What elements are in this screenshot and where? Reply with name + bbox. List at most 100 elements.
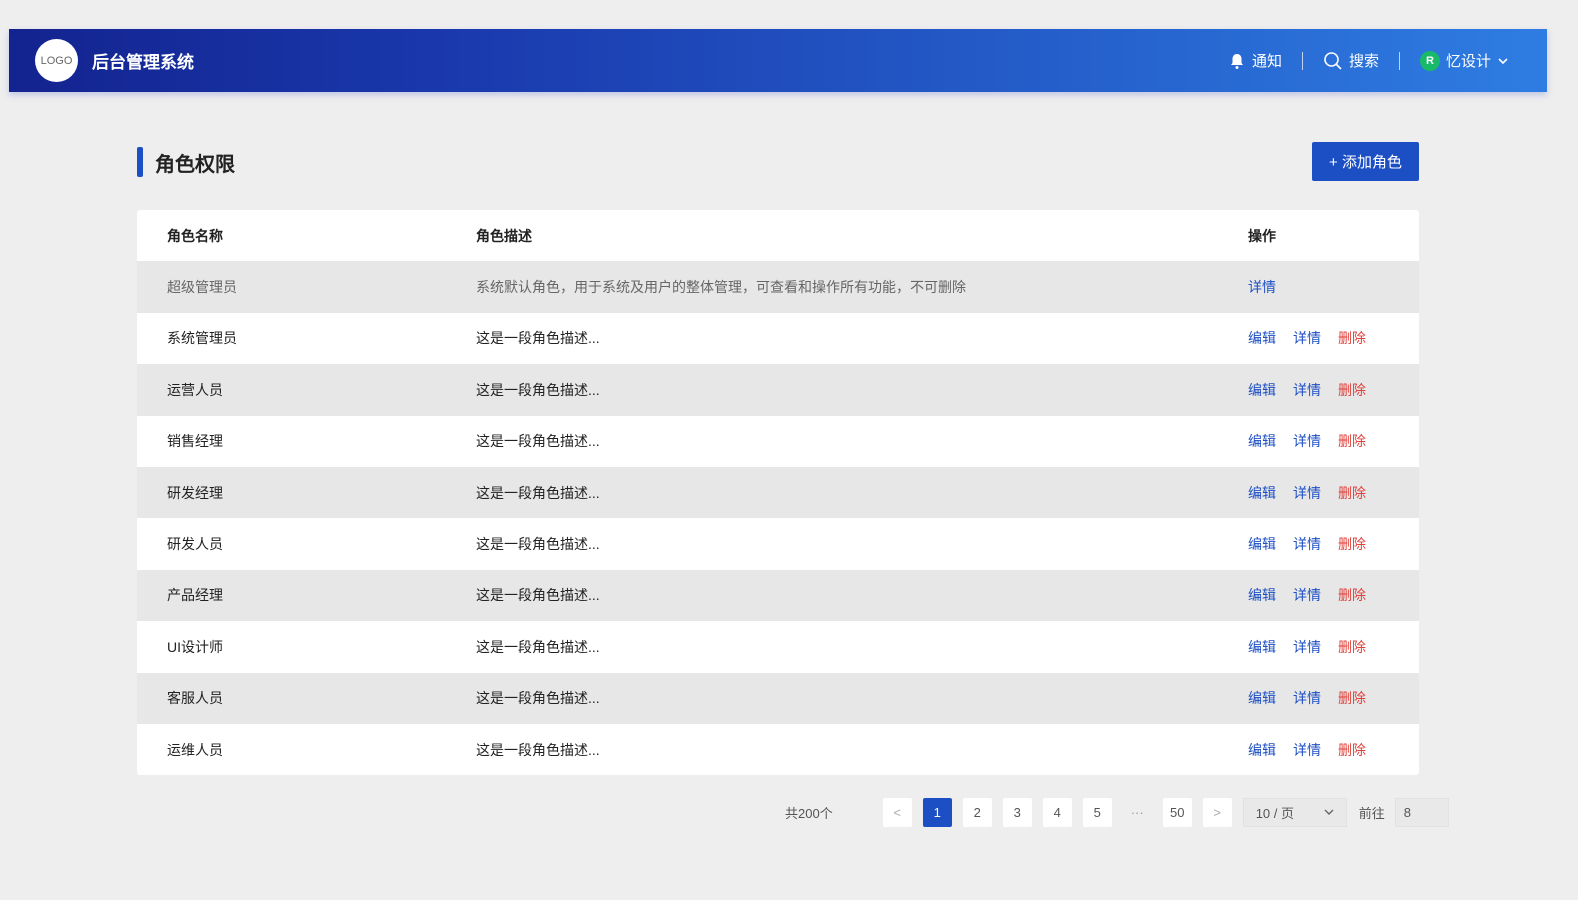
top-header: LOGO 后台管理系统 通知 搜索 R 忆设计 bbox=[9, 29, 1547, 92]
title-accent-bar bbox=[137, 147, 143, 177]
table-row: 系统管理员 这是一段角色描述... 编辑 详情 删除 bbox=[137, 313, 1419, 364]
detail-link[interactable]: 详情 bbox=[1293, 328, 1321, 348]
delete-link[interactable]: 删除 bbox=[1338, 380, 1366, 400]
edit-link[interactable]: 编辑 bbox=[1248, 534, 1276, 554]
delete-link[interactable]: 删除 bbox=[1338, 585, 1366, 605]
total-count: 共200个 bbox=[785, 805, 833, 821]
detail-link[interactable]: 详情 bbox=[1293, 688, 1321, 708]
column-header-actions: 操作 bbox=[1248, 227, 1276, 244]
page-50[interactable]: 50 bbox=[1162, 797, 1192, 827]
edit-link[interactable]: 编辑 bbox=[1248, 740, 1276, 760]
table-row: 客服人员 这是一段角色描述... 编辑 详情 删除 bbox=[137, 672, 1419, 724]
role-description: 这是一段角色描述... bbox=[476, 330, 600, 347]
page-size-select[interactable]: 10 / 页 bbox=[1242, 797, 1347, 827]
detail-link[interactable]: 详情 bbox=[1293, 534, 1321, 554]
role-name: 研发人员 bbox=[167, 536, 223, 553]
divider bbox=[1301, 51, 1303, 70]
role-name: 运营人员 bbox=[167, 381, 223, 398]
page-5[interactable]: 5 bbox=[1082, 797, 1112, 827]
row-actions: 编辑 详情 删除 bbox=[1248, 740, 1366, 760]
goto-label: 前往 bbox=[1358, 805, 1385, 821]
edit-link[interactable]: 编辑 bbox=[1248, 585, 1276, 605]
user-menu[interactable]: R 忆设计 bbox=[1419, 50, 1509, 71]
table-row: 超级管理员 系统默认角色，用于系统及用户的整体管理，可查看和操作所有功能，不可删除… bbox=[137, 261, 1419, 313]
detail-link[interactable]: 详情 bbox=[1293, 740, 1321, 760]
page-title: 角色权限 bbox=[137, 147, 235, 177]
page-1[interactable]: 1 bbox=[922, 797, 952, 827]
page-4[interactable]: 4 bbox=[1042, 797, 1072, 827]
detail-link[interactable]: 详情 bbox=[1293, 585, 1321, 605]
edit-link[interactable]: 编辑 bbox=[1248, 328, 1276, 348]
edit-link[interactable]: 编辑 bbox=[1248, 380, 1276, 400]
detail-link[interactable]: 详情 bbox=[1248, 277, 1276, 297]
role-description: 这是一段角色描述... bbox=[476, 638, 600, 655]
detail-link[interactable]: 详情 bbox=[1293, 380, 1321, 400]
avatar: R bbox=[1419, 50, 1440, 71]
role-description: 这是一段角色描述... bbox=[476, 536, 600, 553]
edit-link[interactable]: 编辑 bbox=[1248, 431, 1276, 451]
chevron-down-icon bbox=[1498, 57, 1508, 64]
search-button[interactable]: 搜索 bbox=[1323, 50, 1379, 71]
role-name: 系统管理员 bbox=[167, 330, 237, 347]
page-3[interactable]: 3 bbox=[1002, 797, 1032, 827]
table-row: 产品经理 这是一段角色描述... 编辑 详情 删除 bbox=[137, 569, 1419, 622]
prev-page-button[interactable]: < bbox=[882, 797, 912, 827]
table-row: 研发人员 这是一段角色描述... 编辑 详情 删除 bbox=[137, 518, 1419, 569]
row-actions: 编辑 详情 删除 bbox=[1248, 328, 1366, 348]
table-header: 角色名称 角色描述 操作 bbox=[137, 210, 1419, 261]
search-icon bbox=[1324, 51, 1342, 70]
role-name: 研发经理 bbox=[167, 484, 223, 501]
role-description: 这是一段角色描述... bbox=[476, 587, 600, 604]
edit-link[interactable]: 编辑 bbox=[1248, 637, 1276, 657]
more-pages[interactable]: ··· bbox=[1123, 798, 1152, 827]
role-description: 这是一段角色描述... bbox=[476, 484, 600, 501]
notify-label: 通知 bbox=[1251, 53, 1282, 70]
bell-icon bbox=[1230, 53, 1243, 69]
delete-link[interactable]: 删除 bbox=[1338, 688, 1366, 708]
row-actions: 编辑 详情 删除 bbox=[1248, 431, 1366, 451]
delete-link[interactable]: 删除 bbox=[1338, 637, 1366, 657]
delete-link[interactable]: 删除 bbox=[1338, 740, 1366, 760]
delete-link[interactable]: 删除 bbox=[1338, 328, 1366, 348]
role-name: 客服人员 bbox=[167, 690, 223, 707]
add-role-button[interactable]: + 添加角色 bbox=[1312, 142, 1419, 181]
table-row: 运维人员 这是一段角色描述... 编辑 详情 删除 bbox=[137, 724, 1419, 775]
roles-table: 角色名称 角色描述 操作 超级管理员 系统默认角色，用于系统及用户的整体管理，可查… bbox=[137, 210, 1419, 776]
pagination: 共200个 < 1 2 3 4 5 ··· 50 > 10 / 页 前往 8 bbox=[785, 797, 1449, 827]
delete-link[interactable]: 删除 bbox=[1338, 483, 1366, 503]
row-actions: 编辑 详情 删除 bbox=[1248, 637, 1366, 657]
row-actions: 编辑 详情 删除 bbox=[1248, 380, 1366, 400]
role-description: 这是一段角色描述... bbox=[476, 381, 600, 398]
role-name: UI设计师 bbox=[167, 638, 223, 655]
delete-link[interactable]: 删除 bbox=[1338, 431, 1366, 451]
next-page-button[interactable]: > bbox=[1202, 797, 1232, 827]
search-label: 搜索 bbox=[1348, 53, 1379, 70]
row-actions: 详情 bbox=[1248, 277, 1276, 297]
page-size-value: 10 / 页 bbox=[1255, 805, 1294, 821]
edit-link[interactable]: 编辑 bbox=[1248, 483, 1276, 503]
user-name: 忆设计 bbox=[1445, 53, 1491, 70]
row-actions: 编辑 详情 删除 bbox=[1248, 534, 1366, 554]
detail-link[interactable]: 详情 bbox=[1293, 431, 1321, 451]
role-description: 这是一段角色描述... bbox=[476, 433, 600, 450]
role-name: 运维人员 bbox=[167, 741, 223, 758]
table-row: UI设计师 这是一段角色描述... 编辑 详情 删除 bbox=[137, 621, 1419, 672]
page-2[interactable]: 2 bbox=[962, 797, 992, 827]
row-actions: 编辑 详情 删除 bbox=[1248, 585, 1366, 605]
table-row: 运营人员 这是一段角色描述... 编辑 详情 删除 bbox=[137, 364, 1419, 416]
role-name: 产品经理 bbox=[167, 587, 223, 604]
role-description: 系统默认角色，用于系统及用户的整体管理，可查看和操作所有功能，不可删除 bbox=[476, 279, 966, 296]
row-actions: 编辑 详情 删除 bbox=[1248, 483, 1366, 503]
app-title: 后台管理系统 bbox=[92, 53, 194, 72]
goto-page-input[interactable]: 8 bbox=[1394, 797, 1449, 827]
edit-link[interactable]: 编辑 bbox=[1248, 688, 1276, 708]
notify-button[interactable]: 通知 bbox=[1228, 50, 1282, 71]
page-title-text: 角色权限 bbox=[155, 153, 235, 176]
detail-link[interactable]: 详情 bbox=[1293, 483, 1321, 503]
row-actions: 编辑 详情 删除 bbox=[1248, 688, 1366, 708]
table-row: 研发经理 这是一段角色描述... 编辑 详情 删除 bbox=[137, 466, 1419, 519]
detail-link[interactable]: 详情 bbox=[1293, 637, 1321, 657]
chevron-down-icon bbox=[1324, 809, 1334, 815]
delete-link[interactable]: 删除 bbox=[1338, 534, 1366, 554]
role-description: 这是一段角色描述... bbox=[476, 690, 600, 707]
